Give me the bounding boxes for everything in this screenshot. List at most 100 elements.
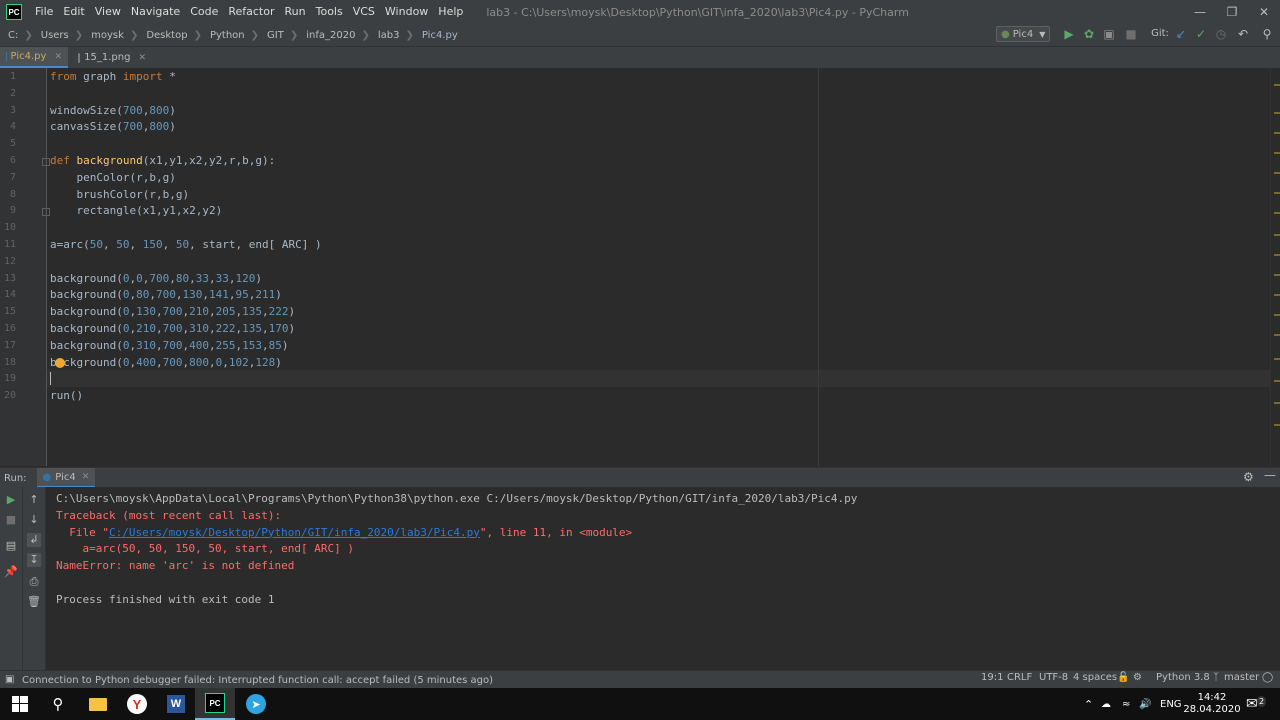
run-icon[interactable]: ▶: [1062, 27, 1076, 41]
gear-icon[interactable]: ⚙: [1243, 470, 1254, 484]
restore-icon[interactable]: ❐: [1216, 0, 1248, 24]
rerun-icon[interactable]: ▶: [4, 493, 18, 507]
breadcrumb-item[interactable]: lab3: [378, 30, 400, 41]
hide-panel-icon[interactable]: —: [1264, 468, 1276, 482]
telegram-icon[interactable]: ➤: [236, 688, 276, 720]
wifi-icon[interactable]: ≈: [1122, 688, 1130, 720]
debug-icon[interactable]: ✿: [1082, 27, 1096, 41]
warning-stripe[interactable]: [1274, 212, 1280, 214]
console-output[interactable]: C:\Users\moysk\AppData\Local\Programs\Py…: [46, 487, 1280, 670]
up-arrow-icon[interactable]: ↑: [27, 493, 41, 507]
breadcrumb-item[interactable]: Desktop: [146, 30, 187, 41]
menu-run[interactable]: Run: [280, 0, 311, 24]
tab-15-1-png[interactable]: 15_1.png ✕: [72, 47, 152, 68]
line-separator[interactable]: CRLF: [1007, 672, 1032, 683]
input-language[interactable]: ENG: [1160, 688, 1182, 720]
menu-navigate[interactable]: Navigate: [126, 0, 185, 24]
menu-vcs[interactable]: VCS: [348, 0, 380, 24]
warning-stripe[interactable]: [1274, 234, 1280, 236]
lightbulb-icon[interactable]: [55, 358, 65, 368]
warning-stripe[interactable]: [1274, 112, 1280, 114]
warning-stripe[interactable]: [1274, 152, 1280, 154]
warning-stripe[interactable]: [1274, 314, 1280, 316]
layout-icon[interactable]: ▤: [4, 539, 18, 553]
close-icon[interactable]: ✕: [82, 472, 90, 482]
down-arrow-icon[interactable]: ↓: [27, 513, 41, 527]
breadcrumb-item[interactable]: infa_2020: [306, 30, 355, 41]
warning-stripe[interactable]: [1274, 274, 1280, 276]
warning-stripe[interactable]: [1274, 424, 1280, 426]
menu-refactor[interactable]: Refactor: [223, 0, 279, 24]
warning-stripe[interactable]: [1274, 358, 1280, 360]
git-update-icon[interactable]: ↙: [1174, 27, 1188, 41]
windows-start-icon[interactable]: [0, 688, 40, 720]
warning-stripe[interactable]: [1274, 84, 1280, 86]
minimize-icon[interactable]: —: [1184, 0, 1216, 24]
search-icon[interactable]: ⚲: [1260, 27, 1274, 41]
run-tab-pic4[interactable]: ● Pic4 ✕: [36, 468, 96, 488]
menu-view[interactable]: View: [90, 0, 126, 24]
warning-stripe[interactable]: [1274, 254, 1280, 256]
lock-icon[interactable]: 🔓: [1117, 672, 1129, 683]
warning-stripe[interactable]: [1274, 172, 1280, 174]
notification-center-icon[interactable]: ✉: [1246, 688, 1258, 720]
git-branch[interactable]: master: [1224, 672, 1259, 683]
menu-code[interactable]: Code: [185, 0, 223, 24]
pin-icon[interactable]: 📌: [4, 565, 18, 579]
tab-pic4[interactable]: Pic4.py ✕: [0, 47, 68, 68]
coverage-icon[interactable]: ▣: [1102, 27, 1116, 41]
file-explorer-icon[interactable]: [78, 688, 118, 720]
close-icon[interactable]: ✕: [138, 53, 146, 63]
clock[interactable]: 14:42 28.04.2020: [1183, 688, 1240, 720]
scroll-to-end-icon[interactable]: ↧: [27, 553, 41, 567]
volume-icon[interactable]: 🔊: [1139, 688, 1151, 720]
editor-scrollbar[interactable]: [1270, 68, 1280, 466]
menu-edit[interactable]: Edit: [58, 0, 89, 24]
pycharm-taskbar-icon[interactable]: PC: [195, 688, 235, 720]
traceback-file-link[interactable]: C:/Users/moysk/Desktop/Python/GIT/infa_2…: [109, 526, 480, 539]
warning-stripe[interactable]: [1274, 402, 1280, 404]
breadcrumb-item[interactable]: Python: [210, 30, 245, 41]
stop-icon[interactable]: ■: [4, 513, 18, 527]
breadcrumb-item[interactable]: C:: [8, 30, 18, 41]
rollback-icon[interactable]: ↶: [1236, 27, 1250, 41]
breadcrumb-item[interactable]: Pic4.py: [422, 30, 458, 41]
stop-icon[interactable]: ■: [1124, 27, 1138, 41]
menu-tools[interactable]: Tools: [311, 0, 348, 24]
print-icon[interactable]: ⎙: [27, 575, 41, 589]
yandex-browser-icon[interactable]: Y: [117, 688, 157, 720]
trash-icon[interactable]: 🗑: [27, 595, 41, 609]
caret-position[interactable]: 19:1: [981, 672, 1003, 683]
ide-settings-icon[interactable]: ⚙: [1133, 672, 1142, 683]
soft-wrap-icon[interactable]: ↲: [27, 533, 41, 547]
tray-expand-icon[interactable]: ⌃: [1084, 688, 1093, 720]
word-icon[interactable]: W: [156, 688, 196, 720]
search-icon[interactable]: ⚲: [38, 688, 78, 720]
warning-stripe[interactable]: [1274, 192, 1280, 194]
warning-stripe[interactable]: [1274, 294, 1280, 296]
warning-stripe[interactable]: [1274, 334, 1280, 336]
tray-status-icon[interactable]: ☁: [1101, 688, 1111, 720]
fold-icon[interactable]: [42, 158, 50, 166]
menu-window[interactable]: Window: [380, 0, 433, 24]
git-history-icon[interactable]: ◷: [1214, 27, 1228, 41]
run-config-select[interactable]: ● Pic4 ▼: [996, 26, 1050, 42]
pycharm-logo-icon[interactable]: PC: [6, 4, 22, 20]
notifications-icon[interactable]: ◯: [1262, 672, 1273, 683]
menu-help[interactable]: Help: [433, 0, 468, 24]
indent-setting[interactable]: 4 spaces: [1073, 672, 1117, 683]
breadcrumb-item[interactable]: Users: [41, 30, 69, 41]
close-icon[interactable]: ✕: [54, 52, 62, 62]
status-message[interactable]: Connection to Python debugger failed: In…: [22, 675, 493, 686]
python-interpreter[interactable]: Python 3.8: [1156, 672, 1210, 683]
warning-stripe[interactable]: [1274, 380, 1280, 382]
git-commit-icon[interactable]: ✓: [1194, 27, 1208, 41]
close-icon[interactable]: ✕: [1248, 0, 1280, 24]
fold-icon[interactable]: [42, 208, 50, 216]
code-editor[interactable]: from graph import * windowSize(700,800) ca…: [47, 68, 1270, 466]
file-encoding[interactable]: UTF-8: [1039, 672, 1068, 683]
panel-toggle-icon[interactable]: ▣: [5, 674, 14, 685]
menu-file[interactable]: File: [30, 0, 58, 24]
breadcrumb-item[interactable]: moysk: [91, 30, 124, 41]
breadcrumb-item[interactable]: GIT: [267, 30, 284, 41]
